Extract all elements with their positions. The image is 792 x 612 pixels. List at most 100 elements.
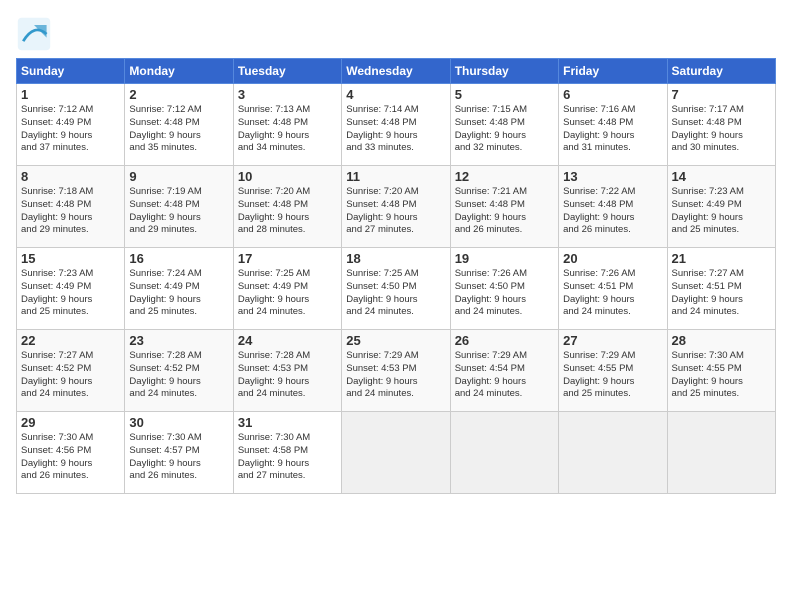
day-number: 30 xyxy=(129,415,228,430)
col-header-tuesday: Tuesday xyxy=(233,59,341,84)
day-info: Sunrise: 7:24 AM Sunset: 4:49 PM Dayligh… xyxy=(129,268,228,319)
day-info: Sunrise: 7:27 AM Sunset: 4:51 PM Dayligh… xyxy=(672,268,771,319)
calendar-cell xyxy=(342,412,450,494)
calendar-cell: 14 Sunrise: 7:23 AM Sunset: 4:49 PM Dayli… xyxy=(667,166,775,248)
col-header-saturday: Saturday xyxy=(667,59,775,84)
calendar-cell: 6 Sunrise: 7:16 AM Sunset: 4:48 PM Daylig… xyxy=(559,84,667,166)
calendar-cell: 23 Sunrise: 7:28 AM Sunset: 4:52 PM Dayli… xyxy=(125,330,233,412)
day-number: 18 xyxy=(346,251,445,266)
day-info: Sunrise: 7:30 AM Sunset: 4:55 PM Dayligh… xyxy=(672,350,771,401)
calendar-cell: 21Sunrise: 7:27 AM Sunset: 4:51 PM Dayli… xyxy=(667,248,775,330)
day-number: 27 xyxy=(563,333,662,348)
day-info: Sunrise: 7:18 AM Sunset: 4:48 PM Dayligh… xyxy=(21,186,120,237)
calendar-cell: 29 Sunrise: 7:30 AM Sunset: 4:56 PM Dayli… xyxy=(17,412,125,494)
day-info: Sunrise: 7:20 AM Sunset: 4:48 PM Dayligh… xyxy=(238,186,337,237)
day-number: 12 xyxy=(455,169,554,184)
day-number: 26 xyxy=(455,333,554,348)
day-info: Sunrise: 7:12 AM Sunset: 4:49 PM Dayligh… xyxy=(21,104,120,155)
day-number: 8 xyxy=(21,169,120,184)
day-number: 7 xyxy=(672,87,771,102)
day-info: Sunrise: 7:29 AM Sunset: 4:55 PM Dayligh… xyxy=(563,350,662,401)
calendar-cell: 3 Sunrise: 7:13 AM Sunset: 4:48 PM Daylig… xyxy=(233,84,341,166)
calendar-cell xyxy=(450,412,558,494)
calendar-cell xyxy=(667,412,775,494)
day-number: 4 xyxy=(346,87,445,102)
day-number: 19 xyxy=(455,251,554,266)
col-header-wednesday: Wednesday xyxy=(342,59,450,84)
calendar-cell: 22 Sunrise: 7:27 AM Sunset: 4:52 PM Dayli… xyxy=(17,330,125,412)
calendar-week-1: 1Sunrise: 7:12 AM Sunset: 4:49 PM Daylig… xyxy=(17,84,776,166)
calendar-week-2: 8 Sunrise: 7:18 AM Sunset: 4:48 PM Daylig… xyxy=(17,166,776,248)
calendar-cell: 15 Sunrise: 7:23 AM Sunset: 4:49 PM Dayli… xyxy=(17,248,125,330)
day-info: Sunrise: 7:25 AM Sunset: 4:50 PM Dayligh… xyxy=(346,268,445,319)
day-info: Sunrise: 7:27 AM Sunset: 4:52 PM Dayligh… xyxy=(21,350,120,401)
day-info: Sunrise: 7:30 AM Sunset: 4:57 PM Dayligh… xyxy=(129,432,228,483)
day-number: 3 xyxy=(238,87,337,102)
day-number: 25 xyxy=(346,333,445,348)
day-number: 31 xyxy=(238,415,337,430)
day-info: Sunrise: 7:29 AM Sunset: 4:54 PM Dayligh… xyxy=(455,350,554,401)
day-number: 29 xyxy=(21,415,120,430)
calendar-week-4: 22 Sunrise: 7:27 AM Sunset: 4:52 PM Dayli… xyxy=(17,330,776,412)
col-header-monday: Monday xyxy=(125,59,233,84)
day-info: Sunrise: 7:28 AM Sunset: 4:53 PM Dayligh… xyxy=(238,350,337,401)
page-header xyxy=(16,16,776,52)
day-info: Sunrise: 7:29 AM Sunset: 4:53 PM Dayligh… xyxy=(346,350,445,401)
calendar-cell: 8 Sunrise: 7:18 AM Sunset: 4:48 PM Daylig… xyxy=(17,166,125,248)
col-header-thursday: Thursday xyxy=(450,59,558,84)
calendar-cell: 16 Sunrise: 7:24 AM Sunset: 4:49 PM Dayli… xyxy=(125,248,233,330)
day-info: Sunrise: 7:21 AM Sunset: 4:48 PM Dayligh… xyxy=(455,186,554,237)
col-header-friday: Friday xyxy=(559,59,667,84)
logo xyxy=(16,16,56,52)
day-number: 10 xyxy=(238,169,337,184)
day-number: 22 xyxy=(21,333,120,348)
calendar-cell: 1Sunrise: 7:12 AM Sunset: 4:49 PM Daylig… xyxy=(17,84,125,166)
day-number: 14 xyxy=(672,169,771,184)
day-info: Sunrise: 7:23 AM Sunset: 4:49 PM Dayligh… xyxy=(672,186,771,237)
calendar-table: SundayMondayTuesdayWednesdayThursdayFrid… xyxy=(16,58,776,494)
calendar-cell: 10 Sunrise: 7:20 AM Sunset: 4:48 PM Dayli… xyxy=(233,166,341,248)
day-info: Sunrise: 7:13 AM Sunset: 4:48 PM Dayligh… xyxy=(238,104,337,155)
calendar-week-5: 29 Sunrise: 7:30 AM Sunset: 4:56 PM Dayli… xyxy=(17,412,776,494)
day-info: Sunrise: 7:16 AM Sunset: 4:48 PM Dayligh… xyxy=(563,104,662,155)
day-number: 16 xyxy=(129,251,228,266)
day-info: Sunrise: 7:30 AM Sunset: 4:56 PM Dayligh… xyxy=(21,432,120,483)
calendar-week-3: 15 Sunrise: 7:23 AM Sunset: 4:49 PM Dayli… xyxy=(17,248,776,330)
calendar-cell: 18 Sunrise: 7:25 AM Sunset: 4:50 PM Dayli… xyxy=(342,248,450,330)
calendar-cell: 2 Sunrise: 7:12 AM Sunset: 4:48 PM Daylig… xyxy=(125,84,233,166)
day-info: Sunrise: 7:15 AM Sunset: 4:48 PM Dayligh… xyxy=(455,104,554,155)
calendar-cell: 9Sunrise: 7:19 AM Sunset: 4:48 PM Daylig… xyxy=(125,166,233,248)
day-info: Sunrise: 7:20 AM Sunset: 4:48 PM Dayligh… xyxy=(346,186,445,237)
calendar-cell: 30 Sunrise: 7:30 AM Sunset: 4:57 PM Dayli… xyxy=(125,412,233,494)
calendar-cell: 25 Sunrise: 7:29 AM Sunset: 4:53 PM Dayli… xyxy=(342,330,450,412)
calendar-cell: 17 Sunrise: 7:25 AM Sunset: 4:49 PM Dayli… xyxy=(233,248,341,330)
calendar-cell: 31 Sunrise: 7:30 AM Sunset: 4:58 PM Dayli… xyxy=(233,412,341,494)
calendar-cell: 28 Sunrise: 7:30 AM Sunset: 4:55 PM Dayli… xyxy=(667,330,775,412)
day-number: 5 xyxy=(455,87,554,102)
calendar-cell: 13 Sunrise: 7:22 AM Sunset: 4:48 PM Dayli… xyxy=(559,166,667,248)
day-info: Sunrise: 7:22 AM Sunset: 4:48 PM Dayligh… xyxy=(563,186,662,237)
calendar-cell xyxy=(559,412,667,494)
day-info: Sunrise: 7:26 AM Sunset: 4:51 PM Dayligh… xyxy=(563,268,662,319)
day-number: 15 xyxy=(21,251,120,266)
day-number: 13 xyxy=(563,169,662,184)
day-number: 6 xyxy=(563,87,662,102)
calendar-cell: 20Sunrise: 7:26 AM Sunset: 4:51 PM Dayli… xyxy=(559,248,667,330)
day-number: 23 xyxy=(129,333,228,348)
calendar-cell: 7 Sunrise: 7:17 AM Sunset: 4:48 PM Daylig… xyxy=(667,84,775,166)
calendar-body: 1Sunrise: 7:12 AM Sunset: 4:49 PM Daylig… xyxy=(17,84,776,494)
day-info: Sunrise: 7:19 AM Sunset: 4:48 PM Dayligh… xyxy=(129,186,228,237)
day-info: Sunrise: 7:23 AM Sunset: 4:49 PM Dayligh… xyxy=(21,268,120,319)
day-number: 28 xyxy=(672,333,771,348)
day-number: 24 xyxy=(238,333,337,348)
day-info: Sunrise: 7:17 AM Sunset: 4:48 PM Dayligh… xyxy=(672,104,771,155)
day-number: 2 xyxy=(129,87,228,102)
day-info: Sunrise: 7:25 AM Sunset: 4:49 PM Dayligh… xyxy=(238,268,337,319)
day-number: 17 xyxy=(238,251,337,266)
day-info: Sunrise: 7:30 AM Sunset: 4:58 PM Dayligh… xyxy=(238,432,337,483)
calendar-cell: 27 Sunrise: 7:29 AM Sunset: 4:55 PM Dayli… xyxy=(559,330,667,412)
calendar-cell: 5 Sunrise: 7:15 AM Sunset: 4:48 PM Daylig… xyxy=(450,84,558,166)
calendar-cell: 11Sunrise: 7:20 AM Sunset: 4:48 PM Dayli… xyxy=(342,166,450,248)
day-info: Sunrise: 7:12 AM Sunset: 4:48 PM Dayligh… xyxy=(129,104,228,155)
day-info: Sunrise: 7:28 AM Sunset: 4:52 PM Dayligh… xyxy=(129,350,228,401)
